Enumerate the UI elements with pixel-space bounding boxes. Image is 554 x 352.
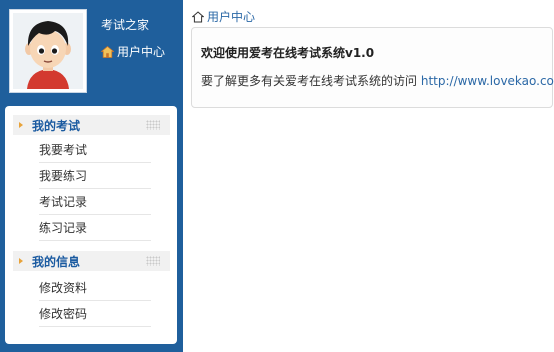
dots-pattern <box>146 120 160 130</box>
avatar <box>9 9 87 93</box>
arrow-right-icon <box>19 258 23 264</box>
section-my-exams[interactable]: 我的考试 <box>13 115 170 135</box>
home-icon <box>192 10 204 22</box>
welcome-panel: 欢迎使用爱考在线考试系统v1.0 要了解更多有关爱考在线考试系统的访问 http… <box>191 27 554 108</box>
menu-item-take-exam[interactable]: 我要考试 <box>39 138 151 163</box>
menu-item-exam-records[interactable]: 考试记录 <box>39 190 151 215</box>
welcome-title: 欢迎使用爱考在线考试系统v1.0 <box>201 46 375 60</box>
menu-item-change-password[interactable]: 修改密码 <box>39 302 151 327</box>
cartoon-avatar-icon <box>13 13 83 89</box>
menu-item-practice[interactable]: 我要练习 <box>39 164 151 189</box>
breadcrumb-label[interactable]: 用户中心 <box>207 8 255 25</box>
user-center-label: 用户中心 <box>117 45 166 59</box>
avatar-image <box>13 13 83 89</box>
menu-panel: 我的考试 我要考试 我要练习 考试记录 练习记录 我的信息 修改资料 修改密码 <box>5 106 177 344</box>
house-icon <box>101 45 114 58</box>
menu-item-practice-records[interactable]: 练习记录 <box>39 216 151 241</box>
welcome-text: 要了解更多有关爱考在线考试系统的访问 http://www.lovekao.co… <box>201 72 554 89</box>
sidebar: 考试之家 用户中心 我的考试 我要考试 我要练习 考试记录 练习记录 我的信息 … <box>0 0 183 352</box>
website-link[interactable]: http://www.lovekao.com <box>421 74 554 88</box>
dots-pattern <box>146 256 160 266</box>
profile-area: 考试之家 用户中心 <box>0 0 183 104</box>
menu-item-edit-profile[interactable]: 修改资料 <box>39 276 151 301</box>
site-name: 考试之家 <box>101 18 150 32</box>
section-title: 我的考试 <box>32 118 81 133</box>
welcome-description: 要了解更多有关爱考在线考试系统的访问 <box>201 74 418 88</box>
section-title: 我的信息 <box>32 254 81 269</box>
arrow-right-icon <box>19 122 23 128</box>
section-my-info[interactable]: 我的信息 <box>13 251 170 271</box>
user-center-link[interactable]: 用户中心 <box>101 43 165 60</box>
breadcrumb: 用户中心 <box>192 8 255 25</box>
